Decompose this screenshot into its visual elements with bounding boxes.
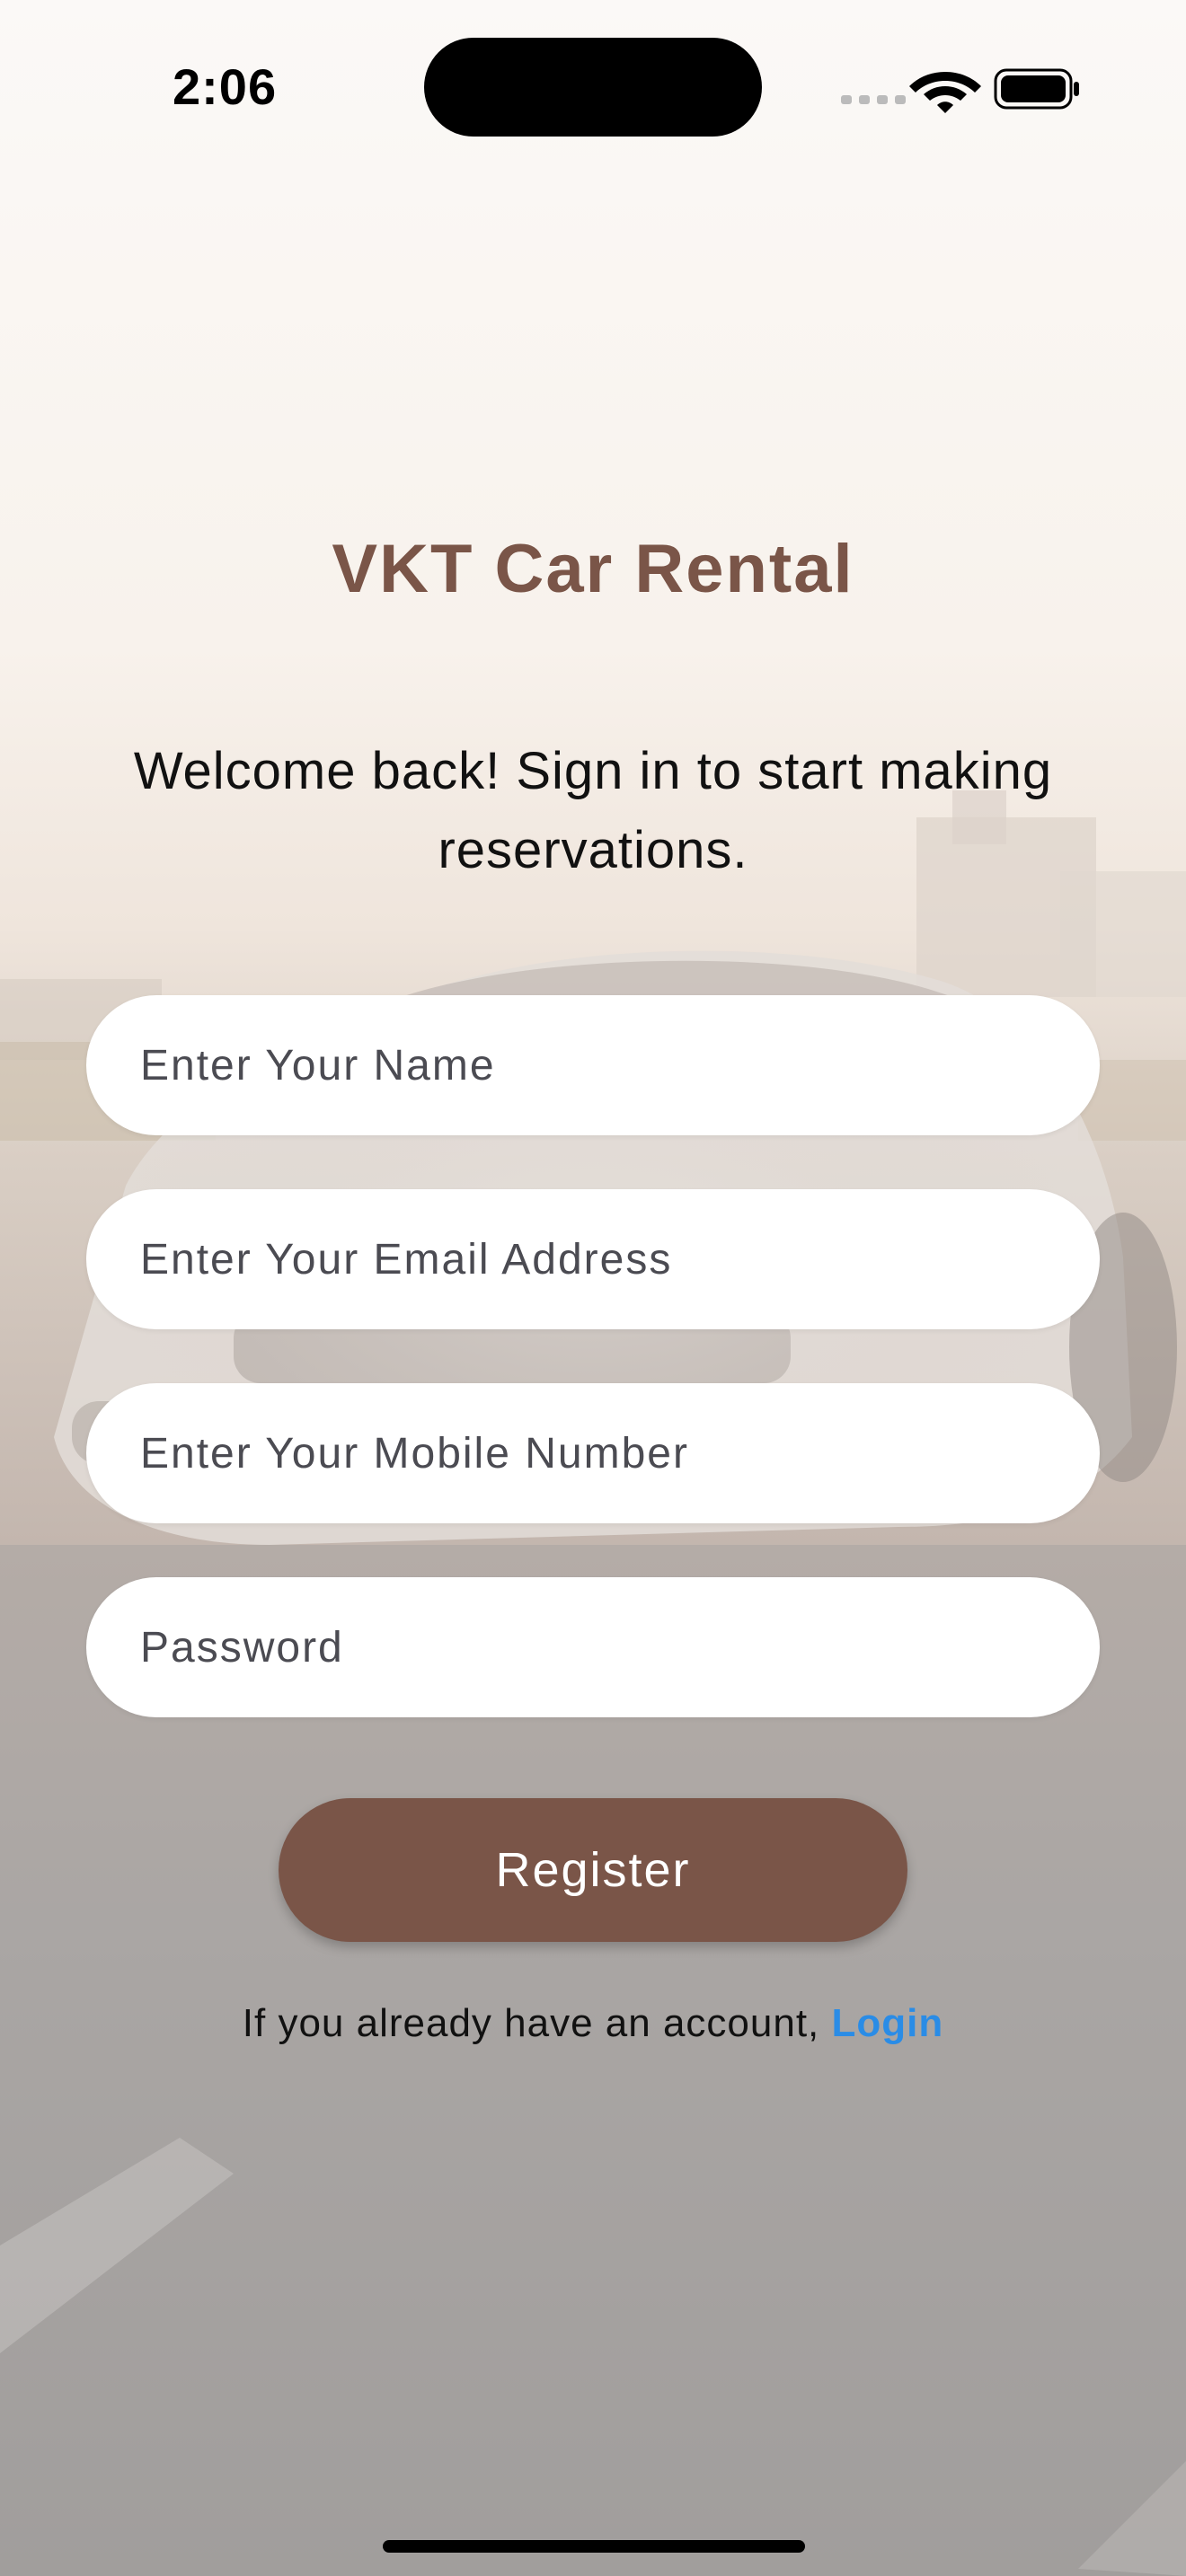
login-link[interactable]: Login	[832, 2001, 944, 2045]
login-prompt-text: If you already have an account,	[242, 2001, 832, 2045]
mobile-input[interactable]	[140, 1383, 1039, 1523]
welcome-text: Welcome back! Sign in to start making re…	[133, 742, 1053, 879]
password-input[interactable]	[140, 1577, 1039, 1717]
dynamic-island	[424, 38, 762, 137]
register-screen: 2:06 VKT Car Rental Welcome back! Sign i…	[0, 0, 1186, 2576]
mobile-field[interactable]	[86, 1383, 1100, 1523]
status-icons	[836, 63, 1080, 113]
name-input[interactable]	[140, 995, 1039, 1135]
name-field[interactable]	[86, 995, 1100, 1135]
battery-icon	[994, 68, 1079, 110]
app-title: VKT Car Rental	[332, 531, 854, 607]
wifi-icon	[909, 72, 981, 113]
register-button[interactable]: Register	[279, 1798, 907, 1942]
email-input[interactable]	[140, 1189, 1039, 1329]
email-field[interactable]	[86, 1189, 1100, 1329]
status-time: 2:06	[173, 58, 278, 115]
home-indicator[interactable]	[383, 2540, 805, 2553]
login-prompt: If you already have an account, Login	[0, 2001, 1186, 2046]
password-field[interactable]	[86, 1577, 1100, 1717]
cellular-icon	[841, 95, 906, 104]
